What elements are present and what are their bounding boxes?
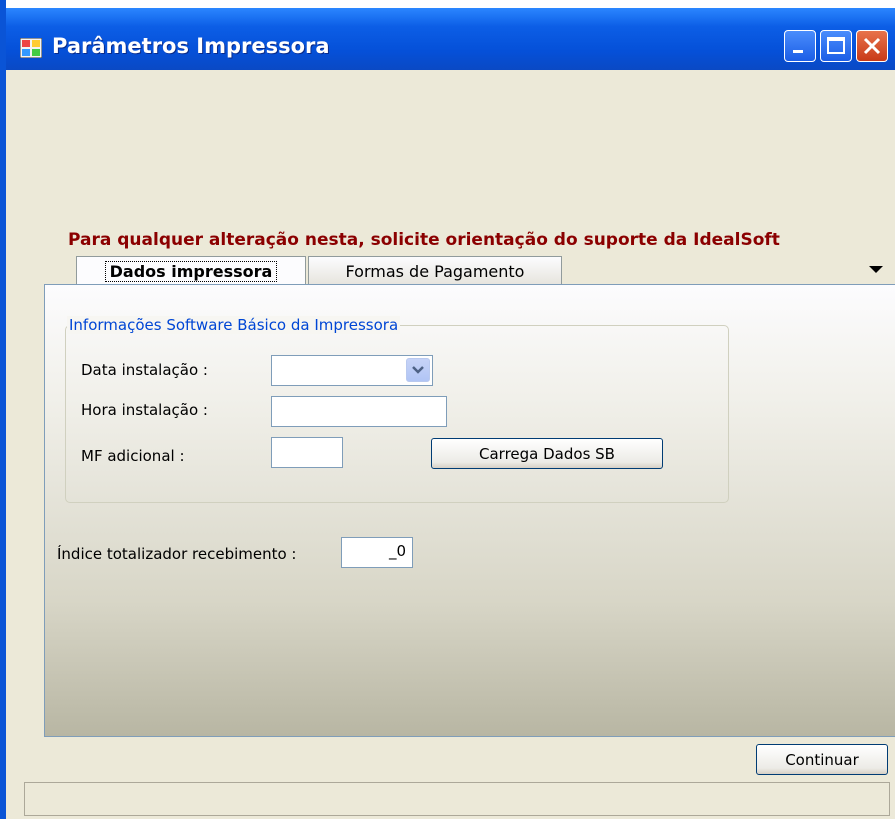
hora-instalacao-label: Hora instalação : — [81, 401, 208, 419]
data-instalacao-combo[interactable] — [271, 355, 433, 386]
data-instalacao-label: Data instalação : — [81, 361, 208, 379]
group-title: Informações Software Básico da Impressor… — [67, 316, 401, 334]
dropdown-arrow-icon[interactable] — [869, 266, 883, 273]
minimize-icon — [793, 50, 803, 53]
mf-adicional-label: MF adicional : — [81, 447, 185, 465]
indice-label: Índice totalizador recebimento : — [57, 545, 297, 563]
close-button[interactable] — [856, 30, 888, 62]
tab-label: Dados impressora — [104, 260, 278, 282]
chevron-down-icon — [412, 366, 424, 374]
window-title: Parâmetros Impressora — [52, 34, 330, 58]
tab-formas-de-pagamento[interactable]: Formas de Pagamento — [308, 256, 562, 285]
mf-adicional-field[interactable] — [271, 437, 343, 468]
tab-dados-impressora[interactable]: Dados impressora — [76, 256, 306, 285]
maximize-button[interactable] — [820, 30, 852, 62]
tab-panel: Informações Software Básico da Impressor… — [44, 284, 895, 737]
close-icon — [863, 37, 881, 55]
top-strip — [6, 0, 895, 8]
warning-message: Para qualquer alteração nesta, solicite … — [68, 230, 780, 250]
maximize-icon — [827, 37, 845, 54]
indice-field[interactable]: _0 — [341, 537, 413, 568]
status-bar — [24, 782, 890, 816]
continuar-button[interactable]: Continuar — [756, 744, 888, 775]
app-icon — [20, 38, 42, 58]
title-bar[interactable]: Parâmetros Impressora — [6, 8, 895, 70]
hora-instalacao-field[interactable] — [271, 396, 447, 427]
main-window: Parâmetros Impressora Para qualquer alte… — [0, 0, 895, 819]
tab-label: Formas de Pagamento — [345, 261, 525, 281]
carrega-dados-sb-button[interactable]: Carrega Dados SB — [431, 438, 663, 469]
combo-dropdown-button[interactable] — [406, 358, 430, 382]
minimize-button[interactable] — [784, 30, 816, 62]
